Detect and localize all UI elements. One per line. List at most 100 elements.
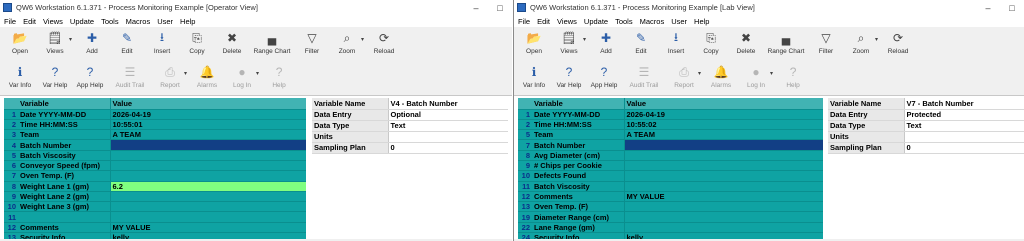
- menu-edit[interactable]: Edit: [23, 17, 36, 26]
- chevron-down-icon[interactable]: ▾: [361, 36, 364, 43]
- edit-button[interactable]: ✎ Edit: [110, 29, 144, 55]
- edit-button[interactable]: ✎ Edit: [624, 29, 658, 55]
- reload-button[interactable]: ⟳ Reload: [881, 29, 915, 55]
- log-in-button[interactable]: ● Log In: [739, 63, 773, 89]
- table-row[interactable]: 10 Defects Found: [518, 170, 823, 182]
- value-cell[interactable]: 6.2: [110, 181, 306, 192]
- table-row[interactable]: 22 Lane Range (gm): [518, 222, 823, 234]
- log-in-button[interactable]: ● Log In: [225, 63, 259, 89]
- value-cell[interactable]: A TEAM: [624, 129, 823, 141]
- table-row[interactable]: 6 Conveyor Speed (fpm): [4, 160, 306, 172]
- value-cell[interactable]: [624, 181, 823, 192]
- chevron-down-icon[interactable]: ▾: [698, 70, 701, 77]
- chevron-down-icon[interactable]: ▾: [770, 70, 773, 77]
- open-button[interactable]: 📂 Open: [3, 29, 37, 55]
- menu-macros[interactable]: Macros: [126, 17, 151, 26]
- value-cell[interactable]: [624, 222, 823, 234]
- maximize-icon[interactable]: □: [1000, 0, 1024, 15]
- var-help-button[interactable]: ? Var Help: [552, 63, 586, 89]
- copy-button[interactable]: ⎘ Copy: [694, 29, 728, 56]
- var-info-button[interactable]: ℹ Var Info: [517, 63, 551, 89]
- views-button[interactable]: 🗒 Views: [552, 29, 586, 55]
- delete-button[interactable]: ✖ Delete: [215, 29, 249, 55]
- menu-help[interactable]: Help: [694, 17, 709, 26]
- insert-button[interactable]: ⭳ Insert: [659, 29, 693, 56]
- table-row[interactable]: 12 Comments MY VALUE: [518, 191, 823, 203]
- chevron-down-icon[interactable]: ▾: [69, 36, 72, 43]
- value-cell[interactable]: 2026-04-19: [110, 109, 306, 120]
- minimize-icon[interactable]: –: [976, 0, 1000, 15]
- value-cell[interactable]: [110, 191, 306, 203]
- app-help-button[interactable]: ? App Help: [587, 63, 621, 89]
- minimize-icon[interactable]: –: [464, 0, 488, 15]
- report-button[interactable]: ⎙ Report: [667, 63, 701, 90]
- value-cell[interactable]: [624, 170, 823, 182]
- help-button[interactable]: ? Help: [262, 63, 296, 89]
- value-cell[interactable]: [624, 139, 823, 151]
- chevron-down-icon[interactable]: ▾: [583, 36, 586, 43]
- reload-button[interactable]: ⟳ Reload: [367, 29, 401, 55]
- zoom-button[interactable]: ⌕ Zoom: [330, 29, 364, 56]
- alarms-button[interactable]: 🔔 Alarms: [704, 63, 738, 89]
- delete-button[interactable]: ✖ Delete: [729, 29, 763, 55]
- table-row[interactable]: 13 Security Info kelly: [4, 232, 306, 239]
- menu-tools[interactable]: Tools: [101, 17, 119, 26]
- table-row[interactable]: 5 Team A TEAM: [518, 129, 823, 141]
- table-row[interactable]: 2 Time HH:MM:SS 10:55:02: [518, 119, 823, 131]
- table-row[interactable]: 9 # Chips per Cookie: [518, 160, 823, 172]
- add-button[interactable]: ✚ Add: [75, 29, 109, 55]
- insert-button[interactable]: ⭳ Insert: [145, 29, 179, 56]
- app-help-button[interactable]: ? App Help: [73, 63, 107, 89]
- range-chart-button[interactable]: ▄ Range Chart: [250, 29, 294, 55]
- table-row[interactable]: 8 Avg Diameter (cm): [518, 150, 823, 161]
- chevron-down-icon[interactable]: ▾: [875, 36, 878, 43]
- table-row[interactable]: 5 Batch Viscosity: [4, 150, 306, 161]
- value-cell[interactable]: [110, 201, 306, 213]
- alarms-button[interactable]: 🔔 Alarms: [190, 63, 224, 89]
- chevron-down-icon[interactable]: ▾: [256, 70, 259, 77]
- value-cell[interactable]: [110, 139, 306, 151]
- menu-views[interactable]: Views: [557, 17, 577, 26]
- report-button[interactable]: ⎙ Report: [153, 63, 187, 90]
- table-row[interactable]: 19 Diameter Range (cm): [518, 211, 823, 223]
- value-cell[interactable]: A TEAM: [110, 129, 306, 141]
- audit-trail-button[interactable]: ☰ Audit Trail: [108, 63, 152, 89]
- value-cell[interactable]: MY VALUE: [624, 191, 823, 203]
- help-button[interactable]: ? Help: [776, 63, 810, 89]
- value-cell[interactable]: 2026-04-19: [624, 109, 823, 120]
- table-row[interactable]: 1 Date YYYY-MM-DD 2026-04-19: [518, 109, 823, 120]
- table-row[interactable]: 11 Batch Viscosity: [518, 181, 823, 192]
- value-cell[interactable]: 10:55:02: [624, 119, 823, 131]
- value-cell[interactable]: [624, 201, 823, 213]
- menu-user[interactable]: User: [671, 17, 687, 26]
- table-row[interactable]: 3 Team A TEAM: [4, 129, 306, 141]
- table-row[interactable]: 11: [4, 211, 306, 223]
- table-row[interactable]: 13 Oven Temp. (F): [518, 201, 823, 213]
- value-cell[interactable]: [110, 150, 306, 161]
- table-row[interactable]: 9 Weight Lane 2 (gm): [4, 191, 306, 203]
- menu-views[interactable]: Views: [43, 17, 63, 26]
- value-cell[interactable]: MY VALUE: [110, 222, 306, 234]
- value-cell[interactable]: [624, 211, 823, 223]
- value-cell[interactable]: [624, 150, 823, 161]
- table-row[interactable]: 10 Weight Lane 3 (gm): [4, 201, 306, 213]
- filter-button[interactable]: ▽ Filter: [295, 29, 329, 55]
- menu-update[interactable]: Update: [70, 17, 94, 26]
- table-row[interactable]: 2 Time HH:MM:SS 10:55:01: [4, 119, 306, 131]
- filter-button[interactable]: ▽ Filter: [809, 29, 843, 55]
- table-row[interactable]: 1 Date YYYY-MM-DD 2026-04-19: [4, 109, 306, 120]
- menu-macros[interactable]: Macros: [640, 17, 665, 26]
- value-cell[interactable]: [110, 211, 306, 223]
- menu-tools[interactable]: Tools: [615, 17, 633, 26]
- audit-trail-button[interactable]: ☰ Audit Trail: [622, 63, 666, 89]
- views-button[interactable]: 🗒 Views: [38, 29, 72, 55]
- zoom-button[interactable]: ⌕ Zoom: [844, 29, 878, 56]
- value-cell[interactable]: [110, 160, 306, 172]
- table-row[interactable]: 12 Comments MY VALUE: [4, 222, 306, 234]
- table-row[interactable]: 7 Oven Temp. (F): [4, 170, 306, 182]
- range-chart-button[interactable]: ▄ Range Chart: [764, 29, 808, 55]
- table-row[interactable]: 8 Weight Lane 1 (gm) 6.2: [4, 181, 306, 192]
- var-info-button[interactable]: ℹ Var Info: [3, 63, 37, 89]
- value-cell[interactable]: 10:55:01: [110, 119, 306, 131]
- table-row[interactable]: 4 Batch Number: [4, 139, 306, 151]
